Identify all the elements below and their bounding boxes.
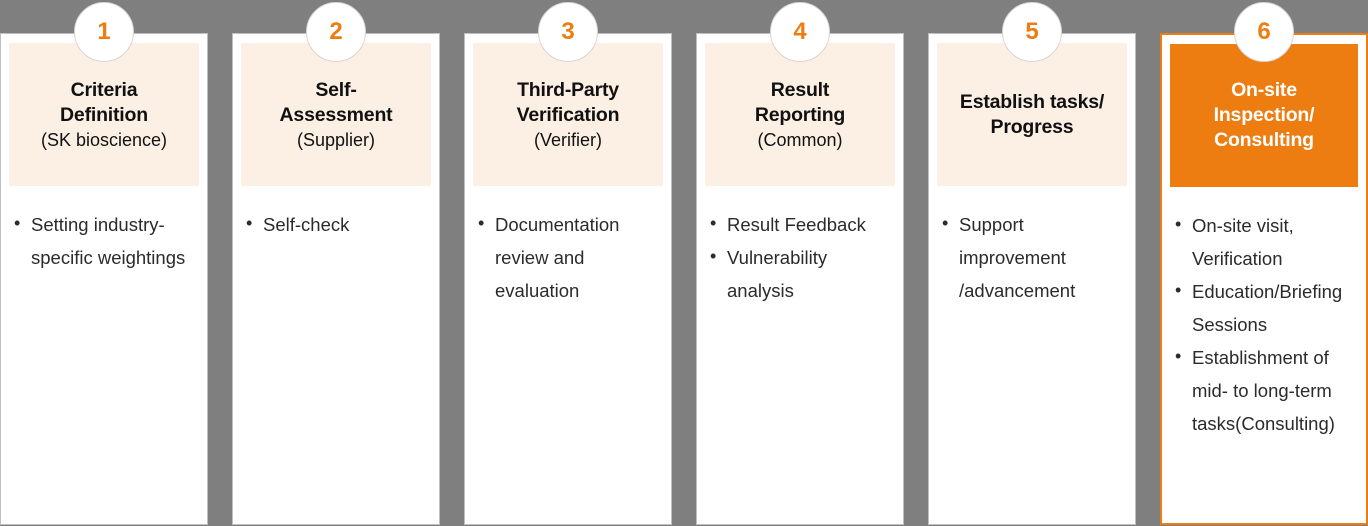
step-title-line: On-site [1231,79,1297,101]
step-title-line: Third-Party [517,78,619,101]
step-title-line: Inspection/ [1213,104,1315,126]
process-step-card-5[interactable]: Establish tasks/ Progress Support improv… [928,33,1136,525]
process-step-card-3[interactable]: Third-Party Verification (Verifier) Docu… [464,33,672,525]
step-header-6: On-site Inspection/ Consulting [1170,44,1358,187]
step-number-badge-5: 5 [1002,2,1062,62]
step-title-line: Criteria [70,78,138,101]
step-title-line: Assessment [279,103,393,126]
list-item: Establishment of mid- to long-term tasks… [1174,340,1356,440]
step-header-2: Self- Assessment (Supplier) [241,43,431,186]
step-bullet-list-2: Self-check [241,186,431,241]
process-step-card-4[interactable]: Result Reporting (Common) Result Feedbac… [696,33,904,525]
step-number-badge-1: 1 [74,2,134,62]
step-title-6: On-site Inspection/ Consulting [1214,78,1315,153]
step-title-line: Progress [990,115,1074,138]
step-title-5: Establish tasks/ Progress [960,90,1104,140]
step-number-badge-2: 2 [306,2,366,62]
step-number-badge-6: 6 [1234,2,1294,62]
list-item: Support improvement /advancement [941,207,1125,307]
step-title-2: Self- Assessment [280,78,393,128]
process-flow-diagram: Criteria Definition (SK bioscience) Sett… [0,0,1368,526]
step-title-line: Definition [60,103,148,126]
step-bullet-list-3: Documentation review and evaluation [473,186,663,307]
step-header-4: Result Reporting (Common) [705,43,895,186]
step-subtitle-2: (Supplier) [296,129,376,150]
step-title-line: Result [770,78,830,101]
list-item: Vulnerability analysis [709,240,893,307]
process-step-card-2[interactable]: Self- Assessment (Supplier) Self-check [232,33,440,525]
step-bullet-list-4: Result Feedback Vulnerability analysis [705,186,895,307]
step-subtitle-1: (SK bioscience) [40,129,168,150]
step-header-3: Third-Party Verification (Verifier) [473,43,663,186]
step-bullet-list-5: Support improvement /advancement [937,186,1127,307]
step-title-line: Establish tasks/ [959,90,1105,113]
step-title-4: Result Reporting [755,78,845,128]
step-header-1: Criteria Definition (SK bioscience) [9,43,199,186]
step-bullet-list-1: Setting industry-specific weightings [9,186,199,274]
step-title-line: Verification [516,103,620,126]
list-item: Education/Briefing Sessions [1174,274,1356,341]
process-step-card-6[interactable]: On-site Inspection/ Consulting On-site v… [1160,33,1368,525]
step-bullet-list-6: On-site visit, Verification Education/Br… [1170,187,1358,440]
list-item: On-site visit, Verification [1174,208,1356,275]
step-number-badge-4: 4 [770,2,830,62]
process-step-card-1[interactable]: Criteria Definition (SK bioscience) Sett… [0,33,208,525]
list-item: Documentation review and evaluation [477,207,661,307]
step-title-1: Criteria Definition [60,78,148,128]
step-title-line: Reporting [754,103,846,126]
list-item: Result Feedback [709,207,893,241]
list-item: Self-check [245,207,429,241]
step-title-3: Third-Party Verification [517,78,620,128]
step-header-5: Establish tasks/ Progress [937,43,1127,186]
step-title-line: Consulting [1214,129,1314,151]
step-subtitle-3: (Verifier) [533,129,602,150]
list-item: Setting industry-specific weightings [13,207,197,274]
step-subtitle-4: (Common) [757,129,843,150]
step-number-badge-3: 3 [538,2,598,62]
step-title-line: Self- [315,78,357,101]
